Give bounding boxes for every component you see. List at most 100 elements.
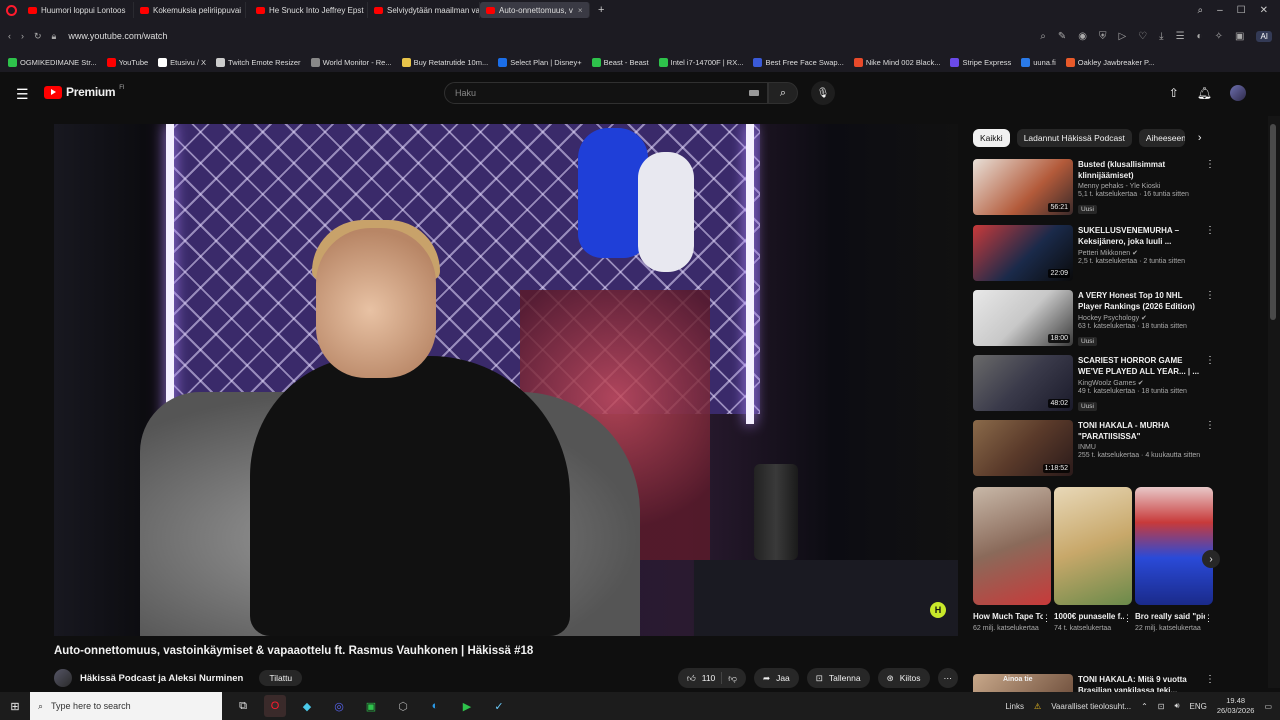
- taskbar-search-input[interactable]: ⌕ Type here to search: [30, 692, 222, 720]
- profile-icon[interactable]: ◐: [1197, 31, 1203, 42]
- more-options-icon[interactable]: ⋮: [1205, 159, 1215, 170]
- share-button[interactable]: ➦ Jaa: [753, 668, 799, 688]
- minimize-icon[interactable]: –: [1217, 5, 1223, 16]
- upload-icon[interactable]: ⇧: [1169, 86, 1179, 100]
- recommendation-title[interactable]: Busted (klusallisimmat klinnijäämiset): [1078, 159, 1204, 181]
- bookmark-item[interactable]: OGMIKEDIMANE Str...: [8, 57, 97, 67]
- app-icon[interactable]: ▶: [456, 695, 478, 717]
- clock[interactable]: 19.48 26/03/2026: [1217, 696, 1255, 716]
- discord-icon[interactable]: ◎: [328, 695, 350, 717]
- short-item[interactable]: How Much Tape To Sto... 62 milj. katselu…: [973, 487, 1051, 633]
- notifications-icon[interactable]: ▭: [1264, 702, 1272, 711]
- video-player[interactable]: H: [54, 124, 958, 636]
- bookmark-item[interactable]: YouTube: [106, 57, 148, 67]
- hamburger-menu-icon[interactable]: ☰: [16, 86, 29, 103]
- like-icon[interactable]: 👍︎: [687, 673, 696, 684]
- recommendation-item[interactable]: 22:09 SUKELLUSVENEMURHA – Keksijänero, j…: [973, 225, 1217, 285]
- browser-tab[interactable]: He Snuck Into Jeffrey Epst: [250, 2, 368, 18]
- youtube-premium-logo[interactable]: Premium FI: [44, 85, 125, 99]
- recommendation-item[interactable]: 48:02 SCARIEST HORROR GAME WE'VE PLAYED …: [973, 355, 1217, 415]
- url-field[interactable]: www.youtube.com/watch: [68, 31, 167, 41]
- recommendation-title[interactable]: TONI HAKALA: Mitä 9 vuotta Brasilian van…: [1078, 674, 1204, 692]
- dislike-icon[interactable]: 👎︎: [728, 673, 737, 684]
- short-thumbnail[interactable]: [1135, 487, 1213, 605]
- recommendation-item[interactable]: 56:21 Busted (klusallisimmat klinnijäämi…: [973, 159, 1217, 219]
- cube-icon[interactable]: ▣: [1235, 31, 1244, 42]
- more-options-icon[interactable]: ⋮: [1205, 355, 1215, 366]
- zoom-icon[interactable]: ⌕: [1040, 31, 1046, 42]
- more-options-icon[interactable]: ⋮: [1205, 674, 1215, 685]
- more-options-icon[interactable]: ⋮: [1205, 420, 1215, 431]
- video-thumbnail[interactable]: 22:09: [973, 225, 1073, 281]
- chip-all[interactable]: Kaikki: [973, 129, 1010, 147]
- more-options-icon[interactable]: ⋮: [1205, 225, 1215, 236]
- subscribe-button[interactable]: Tilattu: [259, 670, 303, 686]
- recommendation-item[interactable]: Ainoa tie TONI HAKALA: Mitä 9 vuotta Bra…: [973, 674, 1217, 692]
- bookmark-item[interactable]: Twitch Emote Resizer: [216, 57, 301, 67]
- close-window-icon[interactable]: ✕: [1260, 5, 1268, 16]
- recommendation-title[interactable]: SUKELLUSVENEMURHA – Keksijänero, joka lu…: [1078, 225, 1204, 247]
- recommendation-item[interactable]: 18:00 A VERY Honest Top 10 NHL Player Ra…: [973, 290, 1217, 350]
- video-thumbnail[interactable]: 1:18:52: [973, 420, 1073, 476]
- opera-logo-icon[interactable]: [0, 0, 22, 20]
- channel-watermark-icon[interactable]: H: [930, 602, 946, 618]
- keyboard-icon[interactable]: [749, 90, 759, 96]
- close-tab-icon[interactable]: ×: [578, 6, 583, 15]
- video-thumbnail[interactable]: 48:02: [973, 355, 1073, 411]
- heart-icon[interactable]: ♡: [1138, 31, 1147, 42]
- recommendation-channel[interactable]: Petteri Mikkonen ✔︎: [1078, 249, 1204, 257]
- bookmark-item[interactable]: Oakley Jawbreaker P...: [1065, 57, 1154, 67]
- browser-tab-active[interactable]: Auto-onnettomuus, v ×: [480, 2, 590, 18]
- bookmark-item[interactable]: Nike Mind 002 Black...: [853, 57, 940, 67]
- bookmark-item[interactable]: Etusivu / X: [158, 57, 206, 67]
- short-title[interactable]: Bro really said "picker...: [1135, 611, 1205, 622]
- links-toolbar[interactable]: Links: [1005, 702, 1024, 711]
- search-input[interactable]: Haku: [444, 82, 768, 104]
- recommendation-channel[interactable]: INMU: [1078, 444, 1204, 451]
- recommendation-channel[interactable]: KingWoolz Games ✔︎: [1078, 379, 1204, 387]
- short-item[interactable]: 1000€ punaselle f... 74 t. katselukertaa…: [1054, 487, 1132, 633]
- reload-icon[interactable]: ↻: [34, 31, 42, 42]
- thanks-button[interactable]: ⊛ Kiitos: [877, 668, 930, 688]
- more-options-icon[interactable]: ⋮: [1204, 613, 1213, 624]
- bookmark-item[interactable]: Intel i7-14700F | RX...: [658, 57, 743, 67]
- bookmark-item[interactable]: Select Plan | Disney+: [498, 57, 582, 67]
- chip-related[interactable]: Aiheeseen: [1138, 129, 1185, 147]
- notifications-bell-icon[interactable]: 🔔︎: [1197, 86, 1212, 100]
- more-actions-button[interactable]: ⋯: [937, 668, 958, 688]
- app-icon[interactable]: ◆: [296, 695, 318, 717]
- recommendation-title[interactable]: SCARIEST HORROR GAME WE'VE PLAYED ALL YE…: [1078, 355, 1204, 377]
- bookmark-item[interactable]: Best Free Face Swap...: [753, 57, 844, 67]
- bookmark-item[interactable]: Buy Retatrutide 10m...: [401, 57, 488, 67]
- recommendation-title[interactable]: TONI HAKALA - MURHA "PARATIISISSA": [1078, 420, 1204, 442]
- weather-warning-text[interactable]: Vaaralliset tieolosuht...: [1051, 702, 1131, 711]
- shield-icon[interactable]: ⛨: [1099, 31, 1107, 42]
- ai-button[interactable]: AI: [1256, 30, 1272, 42]
- steam-icon[interactable]: ✓: [488, 695, 510, 717]
- camera-icon[interactable]: ◉: [1078, 31, 1087, 42]
- menu-icon[interactable]: ☰: [1176, 31, 1185, 42]
- short-thumbnail[interactable]: [1054, 487, 1132, 605]
- bookmark-item[interactable]: World Monitor - Re...: [310, 57, 392, 67]
- more-options-icon[interactable]: ⋮: [1123, 613, 1132, 624]
- video-thumbnail[interactable]: 18:00: [973, 290, 1073, 346]
- search-tabs-icon[interactable]: ⌕: [1197, 5, 1203, 16]
- browser-tab[interactable]: Huumori loppui Lontoos: [22, 2, 134, 18]
- scrollbar-thumb[interactable]: [1270, 124, 1276, 320]
- maximize-icon[interactable]: ☐: [1237, 5, 1246, 16]
- edge-icon[interactable]: ◐: [424, 695, 446, 717]
- short-thumbnail[interactable]: [973, 487, 1051, 605]
- task-view-icon[interactable]: ⧉: [232, 695, 254, 717]
- save-button[interactable]: ⊡ Tallenna: [806, 668, 870, 688]
- warning-icon[interactable]: ⚠: [1034, 702, 1041, 711]
- extension-icon[interactable]: ✧: [1215, 31, 1223, 42]
- short-title[interactable]: How Much Tape To Sto...: [973, 611, 1043, 622]
- chip-uploaded-by-channel[interactable]: Ladannut Häkissä Podcast: [1016, 129, 1132, 147]
- video-thumbnail[interactable]: 56:21: [973, 159, 1073, 215]
- recommendation-item[interactable]: 1:18:52 TONI HAKALA - MURHA "PARATIISISS…: [973, 420, 1217, 480]
- back-icon[interactable]: ‹: [8, 31, 11, 41]
- app-icon[interactable]: ▣: [360, 695, 382, 717]
- new-tab-icon[interactable]: +: [598, 4, 604, 16]
- bookmark-item[interactable]: Stripe Express: [950, 57, 1011, 67]
- short-title[interactable]: 1000€ punaselle f...: [1054, 611, 1124, 622]
